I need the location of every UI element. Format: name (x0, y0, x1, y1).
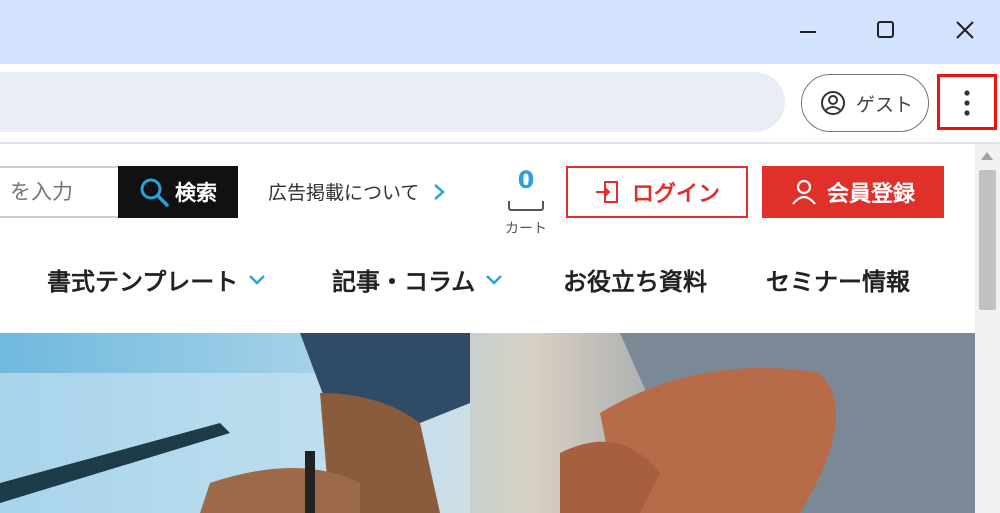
nav-item-label: セミナー情報 (766, 268, 910, 296)
profile-label: ゲスト (856, 93, 914, 116)
three-dots-vertical-icon (964, 90, 970, 116)
nav-item-articles[interactable]: 記事・コラム (332, 262, 503, 297)
maximize-button[interactable] (864, 8, 908, 52)
login-door-icon (595, 181, 618, 203)
ad-info-label: 広告掲載について (268, 182, 420, 204)
close-icon (956, 21, 974, 39)
nav-item-label: 書式テンプレート (47, 268, 239, 296)
minimize-icon (800, 31, 816, 33)
ad-info-link[interactable]: 広告掲載について (268, 178, 446, 205)
cart-button[interactable]: 0 カート (500, 166, 552, 237)
search-button-label: 検索 (175, 181, 217, 205)
register-label: 会員登録 (826, 182, 915, 207)
login-label: ログイン (631, 182, 720, 207)
main-nav: 書式テンプレート 記事・コラム お役立ち資料 セミナー情報 (0, 262, 975, 302)
hero-image (0, 333, 975, 513)
nav-item-resources[interactable]: お役立ち資料 (563, 262, 707, 297)
login-button[interactable]: ログイン (566, 166, 748, 218)
register-button[interactable]: 会員登録 (762, 166, 944, 218)
web-page: 検索 広告掲載について 0 カート ログイン 会員登録 書式テンプレート (0, 144, 975, 513)
address-bar[interactable] (0, 72, 785, 132)
chevron-right-icon (434, 183, 446, 200)
search-icon (140, 178, 169, 207)
scroll-up-arrow-icon[interactable] (981, 152, 993, 160)
search-field[interactable] (0, 166, 122, 218)
person-icon (792, 179, 816, 205)
nav-item-seminars[interactable]: セミナー情報 (766, 262, 910, 297)
cart-icon (508, 201, 544, 211)
account-circle-icon (821, 91, 845, 115)
profile-button[interactable]: ゲスト (801, 74, 929, 132)
nav-item-label: お役立ち資料 (563, 268, 707, 296)
nav-item-label: 記事・コラム (332, 268, 476, 296)
cart-label: カート (505, 221, 547, 237)
nav-item-templates[interactable]: 書式テンプレート (47, 262, 266, 297)
maximize-icon (877, 21, 894, 38)
close-window-button[interactable] (943, 8, 987, 52)
search-input[interactable] (8, 179, 122, 205)
browser-title-bar (0, 0, 1000, 64)
cart-count: 0 (517, 166, 535, 194)
scrollbar-thumb[interactable] (979, 170, 996, 310)
chevron-down-icon (249, 274, 266, 285)
browser-menu-button[interactable] (937, 74, 997, 130)
search-button[interactable]: 検索 (118, 166, 238, 218)
hero-photo (0, 333, 975, 513)
chevron-down-icon (486, 274, 503, 285)
minimize-button[interactable] (786, 8, 830, 52)
